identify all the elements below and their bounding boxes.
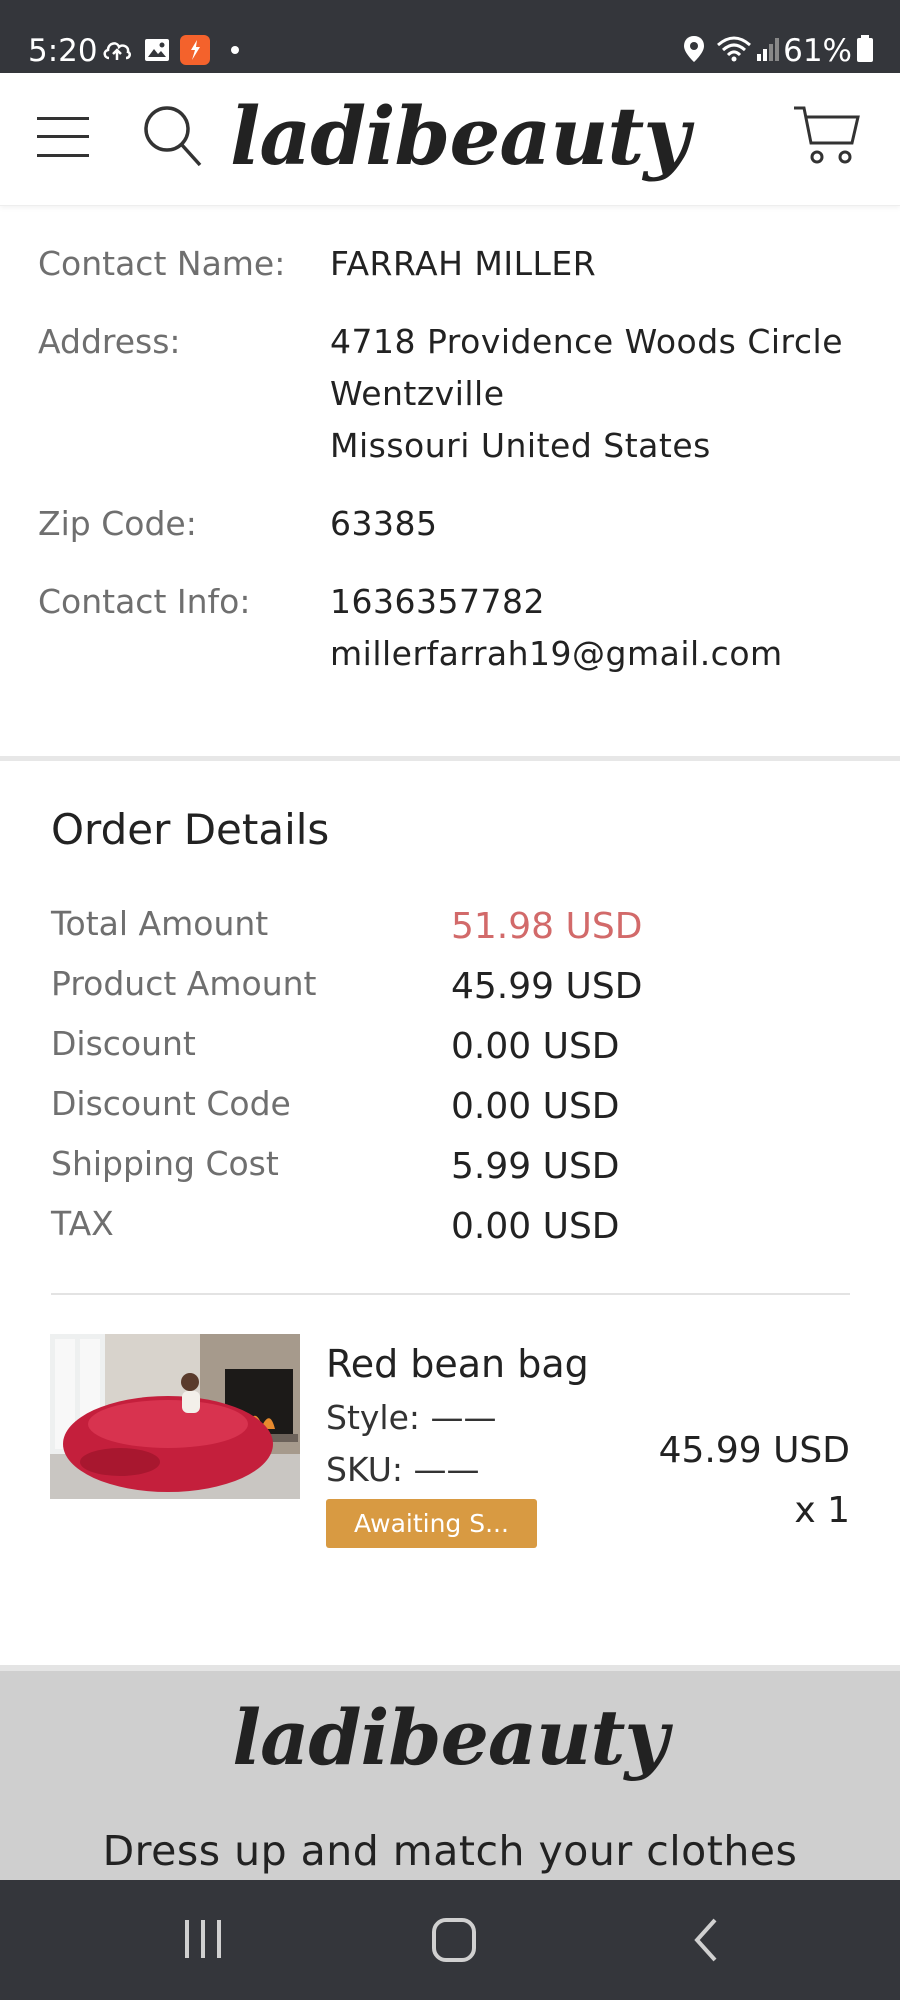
shipping-cost-label: Shipping Cost xyxy=(51,1144,279,1183)
android-nav-bar xyxy=(0,1880,900,2000)
battery-percentage: 61% xyxy=(783,33,852,69)
shipping-cost-value: 5.99 USD xyxy=(451,1146,620,1187)
discount-label: Discount xyxy=(51,1024,196,1063)
site-logo[interactable]: ladibeauty xyxy=(230,81,690,191)
battery-icon xyxy=(857,35,873,62)
hamburger-menu-icon[interactable] xyxy=(34,111,92,163)
flipboard-app-icon xyxy=(180,35,210,65)
back-icon[interactable] xyxy=(688,1916,724,1964)
tax-value: 0.00 USD xyxy=(451,1206,620,1247)
search-icon[interactable] xyxy=(142,103,204,169)
status-time: 5:20 xyxy=(28,33,98,69)
section-divider xyxy=(0,756,900,761)
order-details-title: Order Details xyxy=(51,805,330,854)
cart-icon[interactable] xyxy=(792,103,862,167)
status-badge: Awaiting S... xyxy=(326,1499,537,1548)
discount-code-value: 0.00 USD xyxy=(451,1086,620,1127)
product-price: 45.99 USD xyxy=(658,1430,850,1471)
discount-value: 0.00 USD xyxy=(451,1026,620,1067)
site-footer: ladibeauty Dress up and match your cloth… xyxy=(0,1665,900,1886)
contact-name-value: FARRAH MILLER xyxy=(330,244,597,283)
product-amount-value: 45.99 USD xyxy=(451,966,643,1007)
contact-phone: 1636357782 xyxy=(330,582,545,621)
order-detail-screen: 5:20 61% ladibeauty Contact Name: FARRAH… xyxy=(0,0,900,2000)
discount-code-label: Discount Code xyxy=(51,1084,291,1123)
zip-code-label: Zip Code: xyxy=(38,504,197,543)
product-name[interactable]: Red bean bag xyxy=(326,1338,589,1390)
product-sku: SKU: —— xyxy=(326,1450,480,1489)
gallery-icon xyxy=(145,39,169,61)
notification-dot-icon xyxy=(231,46,239,54)
footer-tagline: Dress up and match your clothes xyxy=(102,1827,798,1875)
contact-name-label: Contact Name: xyxy=(38,244,286,283)
address-line-3: Missouri United States xyxy=(330,426,711,465)
contact-email: millerfarrah19@gmail.com xyxy=(330,634,783,673)
recent-apps-icon[interactable] xyxy=(180,1916,226,1962)
total-amount-value: 51.98 USD xyxy=(451,906,643,947)
site-header: ladibeauty xyxy=(0,73,900,206)
zip-code-value: 63385 xyxy=(330,504,438,543)
product-style: Style: —— xyxy=(326,1398,497,1437)
total-amount-label: Total Amount xyxy=(51,904,269,943)
footer-logo[interactable]: ladibeauty xyxy=(0,1683,900,1793)
status-bar: 5:20 61% xyxy=(0,0,900,73)
address-line-1: 4718 Providence Woods Circle xyxy=(330,322,843,361)
address-line-2: Wentzville xyxy=(330,374,505,413)
order-divider xyxy=(51,1293,850,1295)
product-amount-label: Product Amount xyxy=(51,964,317,1003)
wifi-icon xyxy=(717,36,751,62)
cloud-upload-icon xyxy=(103,42,131,60)
product-quantity: x 1 xyxy=(794,1490,850,1531)
tax-label: TAX xyxy=(51,1204,114,1243)
location-icon xyxy=(684,36,704,62)
contact-info-label: Contact Info: xyxy=(38,582,251,621)
address-label: Address: xyxy=(38,322,181,361)
product-image[interactable] xyxy=(50,1334,300,1499)
home-icon[interactable] xyxy=(430,1916,478,1964)
signal-icon xyxy=(757,38,779,61)
